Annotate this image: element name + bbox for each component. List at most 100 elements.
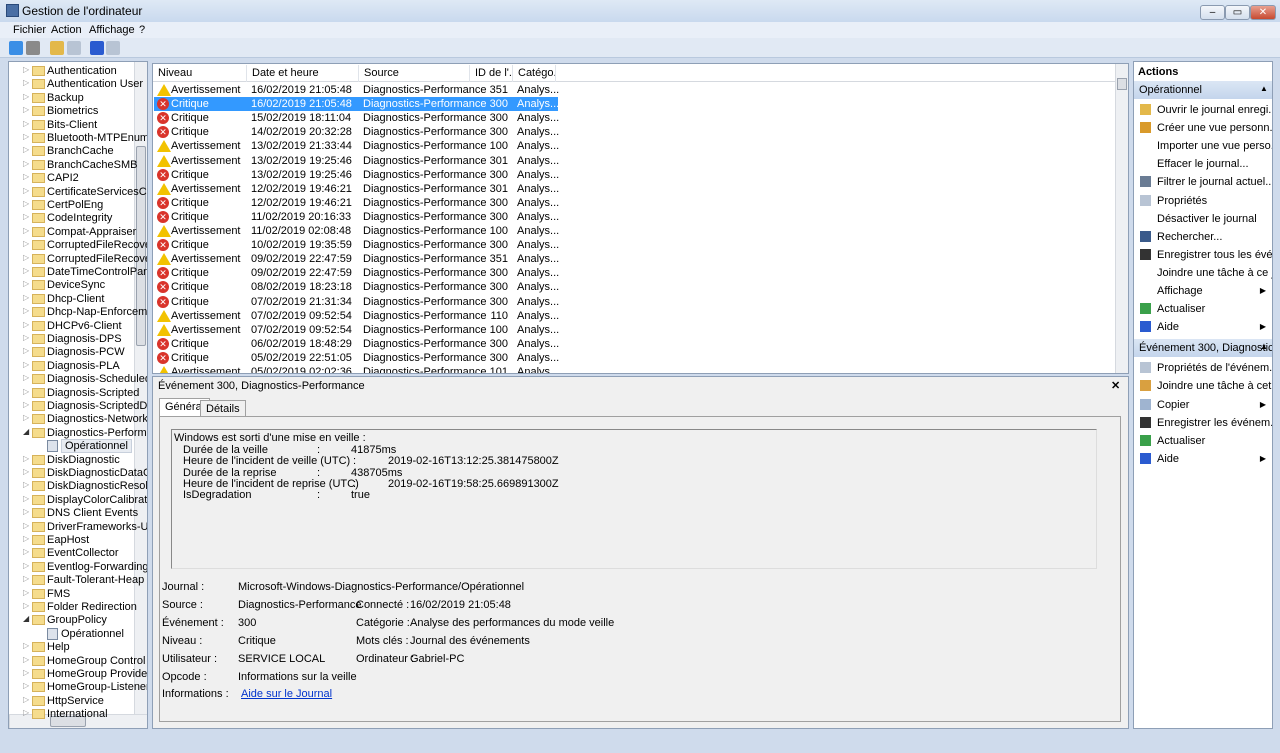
tree-item[interactable]: ▷ CAPI2 <box>9 172 133 185</box>
event-row[interactable]: ✕ Critique 14/02/2019 20:32:28 Diagnostics-… <box>154 125 559 139</box>
action-item[interactable]: Filtrer le journal actuel... <box>1134 173 1272 191</box>
tree-item[interactable]: ▷ Bits-Client <box>9 119 133 132</box>
action-item[interactable]: Propriétés <box>1134 192 1272 210</box>
event-row[interactable]: ✕ Critique 07/02/2019 21:31:34 Diagnostics-… <box>154 295 559 309</box>
action-item[interactable]: Actualiser <box>1134 432 1272 450</box>
collapsed-arrow-icon[interactable]: ▷ <box>23 480 29 489</box>
collapsed-arrow-icon[interactable]: ▷ <box>23 132 29 141</box>
tree-item[interactable]: ▷ Eventlog-ForwardingF <box>9 561 147 574</box>
expanded-arrow-icon[interactable]: ◢ <box>23 614 29 623</box>
action-item[interactable]: Aide ▶ <box>1134 450 1272 468</box>
collapsed-arrow-icon[interactable]: ▷ <box>23 588 29 597</box>
collapsed-arrow-icon[interactable]: ▷ <box>23 681 29 690</box>
event-row[interactable]: ✕ Critique 12/02/2019 19:46:21 Diagnostics-… <box>154 196 559 210</box>
collapsed-arrow-icon[interactable]: ▷ <box>23 521 29 530</box>
menu-affichage[interactable]: Affichage <box>89 24 135 36</box>
list-vertical-scrollbar[interactable] <box>1115 64 1128 373</box>
tree-item[interactable]: ▷ CorruptedFileRecovery <box>9 239 147 252</box>
action-item[interactable]: Enregistrer tous les évé... <box>1134 246 1272 264</box>
action-item[interactable]: Joindre une tâche à cet... <box>1134 377 1272 395</box>
collapsed-arrow-icon[interactable]: ▷ <box>23 239 29 248</box>
event-row[interactable]: ✕ Critique 06/02/2019 18:48:29 Diagnostics-… <box>154 337 559 351</box>
event-row[interactable]: ✕ Critique 15/02/2019 18:11:04 Diagnostics-… <box>154 111 559 125</box>
collapsed-arrow-icon[interactable]: ▷ <box>23 119 29 128</box>
tree-item[interactable]: ▷ CertificateServicesClie <box>9 186 147 199</box>
event-row[interactable]: ✕ Critique 09/02/2019 22:47:59 Diagnostics-… <box>154 266 559 280</box>
show-hide-tree-icon[interactable] <box>67 41 81 55</box>
menu-help[interactable]: ? <box>139 24 145 36</box>
collapsed-arrow-icon[interactable]: ▷ <box>23 212 29 221</box>
collapsed-arrow-icon[interactable]: ▷ <box>23 601 29 610</box>
event-row[interactable]: Avertissement 13/02/2019 19:25:46 Diagnost… <box>154 154 559 168</box>
tree-item[interactable]: ▷ DeviceSync <box>9 279 133 292</box>
tree-item[interactable]: ▷ Biometrics <box>9 105 133 118</box>
collapsed-arrow-icon[interactable]: ▷ <box>23 708 29 717</box>
event-row[interactable]: ✕ Critique 08/02/2019 18:23:18 Diagnostics-… <box>154 280 559 294</box>
collapse-arrow-icon[interactable]: ▲ <box>1260 342 1268 351</box>
action-item[interactable]: Enregistrer les événem... <box>1134 414 1272 432</box>
event-row[interactable]: Avertissement 11/02/2019 02:08:48 Diagnost… <box>154 224 559 238</box>
tree-item[interactable]: ▷ DiskDiagnosticResolve <box>9 480 147 493</box>
actions-section-header[interactable]: Événement 300, Diagnostics... <box>1134 339 1272 358</box>
collapsed-arrow-icon[interactable]: ▷ <box>23 454 29 463</box>
column-header[interactable]: Catégo... <box>513 65 556 82</box>
collapsed-arrow-icon[interactable]: ▷ <box>23 655 29 664</box>
tree-item[interactable]: ▷ BranchCacheSMB <box>9 159 138 172</box>
tree-item[interactable]: ▷ Diagnosis-Scripted <box>9 387 139 400</box>
tree-item[interactable]: ▷ HomeGroup-ListenerS <box>9 681 147 694</box>
action-item[interactable]: Actualiser <box>1134 300 1272 318</box>
tree-item[interactable]: ▷ Diagnosis-PLA <box>9 360 133 373</box>
event-row[interactable]: Avertissement 05/02/2019 02:02:36 Diagnost… <box>154 365 559 373</box>
column-header[interactable]: Source <box>359 65 470 82</box>
collapsed-arrow-icon[interactable]: ▷ <box>23 65 29 74</box>
collapsed-arrow-icon[interactable]: ▷ <box>23 186 29 195</box>
action-item[interactable]: Créer une vue personn... <box>1134 119 1272 137</box>
tree-item[interactable]: ▷ Dhcp-Client <box>9 293 133 306</box>
event-row[interactable]: ✕ Critique 05/02/2019 22:51:05 Diagnostics-… <box>154 351 559 365</box>
tree-item[interactable]: ▷ BranchCache <box>9 145 133 158</box>
help-icon[interactable] <box>90 41 104 55</box>
actions-section-header[interactable]: Opérationnel <box>1134 81 1272 99</box>
collapsed-arrow-icon[interactable]: ▷ <box>23 92 29 101</box>
collapse-arrow-icon[interactable]: ▲ <box>1260 84 1268 93</box>
collapsed-arrow-icon[interactable]: ▷ <box>23 105 29 114</box>
tree-item[interactable]: ▷ Diagnosis-ScriptedDia <box>9 400 147 413</box>
collapsed-arrow-icon[interactable]: ▷ <box>23 78 29 87</box>
column-header[interactable]: Date et heure <box>247 65 359 82</box>
tree-item[interactable]: Opérationnel <box>9 439 133 454</box>
minimize-button[interactable]: – <box>1200 5 1225 20</box>
tree-item[interactable]: ▷ International <box>9 708 133 721</box>
tree-item[interactable]: ▷ CorruptedFileRecovery <box>9 253 147 266</box>
collapsed-arrow-icon[interactable]: ▷ <box>23 346 29 355</box>
tree-item[interactable]: ▷ Authentication <box>9 65 133 78</box>
collapsed-arrow-icon[interactable]: ▷ <box>23 172 29 181</box>
close-button[interactable]: ✕ <box>1250 5 1276 20</box>
tree-item[interactable]: ▷ FMS <box>9 588 133 601</box>
scrollbar-thumb[interactable] <box>1117 78 1127 90</box>
event-row[interactable]: Avertissement 07/02/2019 09:52:54 Diagnost… <box>154 323 559 337</box>
collapsed-arrow-icon[interactable]: ▷ <box>23 306 29 315</box>
menu-fichier[interactable]: Fichier <box>13 24 46 36</box>
event-row[interactable]: Avertissement 12/02/2019 19:46:21 Diagnost… <box>154 182 559 196</box>
event-row[interactable]: Avertissement 09/02/2019 22:47:59 Diagnost… <box>154 252 559 266</box>
tree-item[interactable]: ▷ Folder Redirection <box>9 601 137 614</box>
collapsed-arrow-icon[interactable]: ▷ <box>23 320 29 329</box>
collapsed-arrow-icon[interactable]: ▷ <box>23 467 29 476</box>
detail-close-button[interactable]: ✕ <box>1111 379 1120 392</box>
event-row[interactable]: ✕ Critique 10/02/2019 19:35:59 Diagnostics-… <box>154 238 559 252</box>
collapsed-arrow-icon[interactable]: ▷ <box>23 413 29 422</box>
collapsed-arrow-icon[interactable]: ▷ <box>23 387 29 396</box>
tree-item[interactable]: ◢ Diagnostics-Performa <box>9 427 147 440</box>
tree-item[interactable]: ▷ CodeIntegrity <box>9 212 133 225</box>
tree-item[interactable]: ▷ DHCPv6-Client <box>9 320 133 333</box>
action-item[interactable]: Joindre une tâche à ce j... <box>1134 264 1272 282</box>
column-header[interactable]: ID de l'... <box>470 65 513 82</box>
tree-item[interactable]: ▷ DriverFrameworks-Use <box>9 521 147 534</box>
tree-item[interactable]: ▷ DiskDiagnostic <box>9 454 133 467</box>
tree-item[interactable]: ▷ DateTimeControlPane <box>9 266 147 279</box>
event-row[interactable]: Avertissement 07/02/2019 09:52:54 Diagnost… <box>154 309 559 323</box>
event-row[interactable]: ✕ Critique 16/02/2019 21:05:48 Diagnostics-… <box>154 97 559 112</box>
collapsed-arrow-icon[interactable]: ▷ <box>23 253 29 262</box>
collapsed-arrow-icon[interactable]: ▷ <box>23 547 29 556</box>
collapsed-arrow-icon[interactable]: ▷ <box>23 293 29 302</box>
